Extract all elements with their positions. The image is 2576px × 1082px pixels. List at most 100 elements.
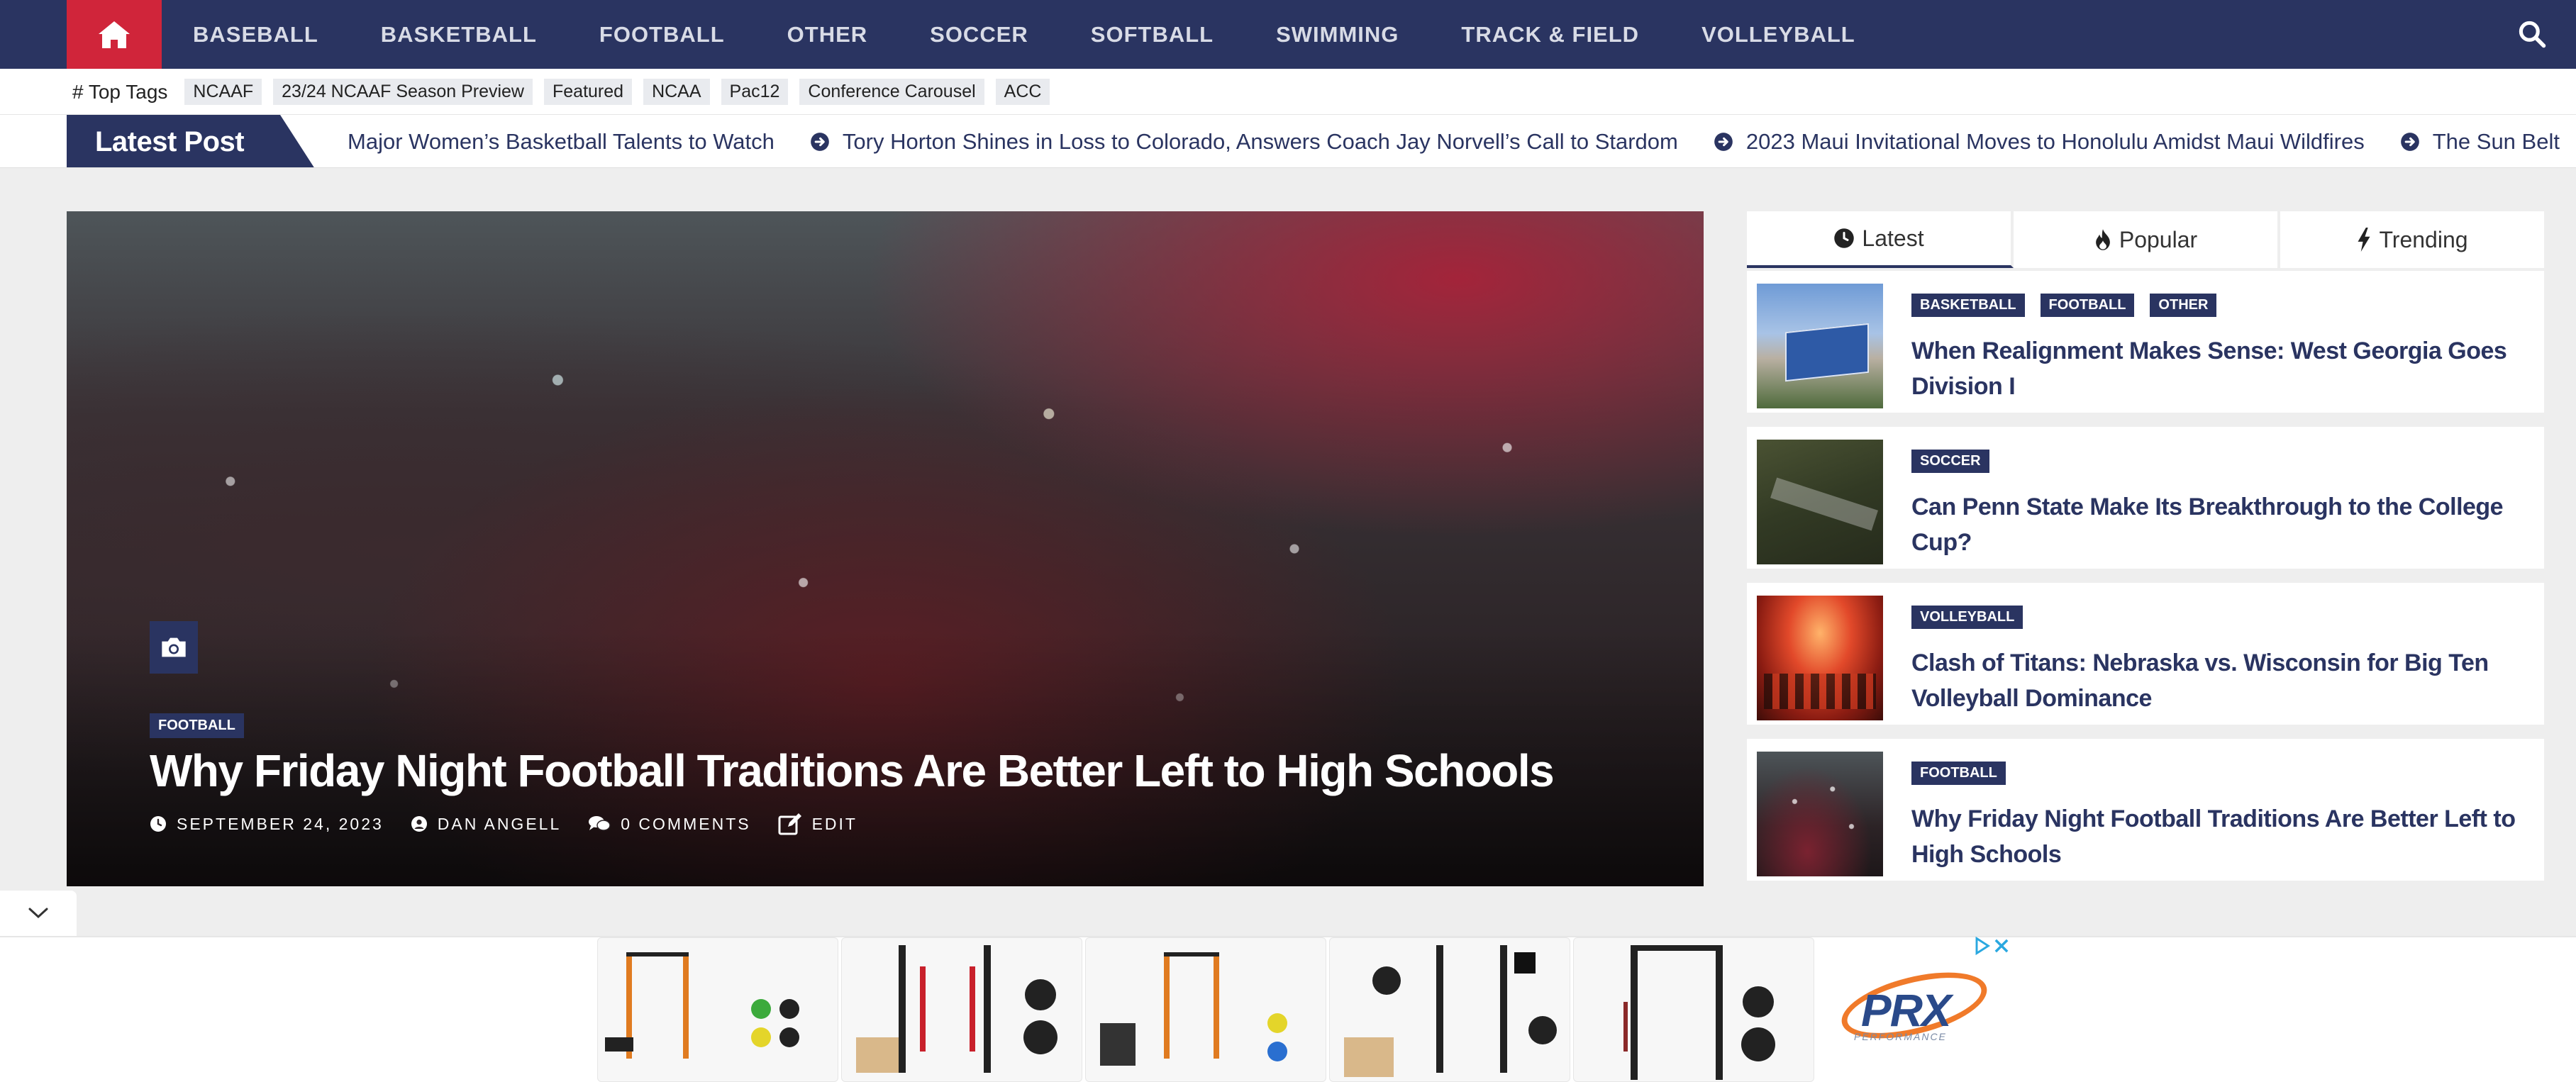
post-category-badge[interactable]: FOOTBALL <box>1911 762 2006 785</box>
nav-item-volleyball[interactable]: VOLLEYBALL <box>1701 22 1855 48</box>
sidebar-post[interactable]: FOOTBALL Why Friday Night Football Tradi… <box>1747 739 2544 881</box>
ticker-item-title: 2023 Maui Invitational Moves to Honolulu… <box>1745 129 2365 154</box>
ad-brand-text: PRX <box>1861 985 1952 1036</box>
hero-comments-text: 0 COMMENTS <box>621 814 751 833</box>
ad-collapse-toggle[interactable] <box>0 891 77 936</box>
ticker-item-title: Tory Horton Shines in Loss to Colorado, … <box>842 129 1678 154</box>
tab-trending[interactable]: Trending <box>2280 211 2544 268</box>
ticker-item-title: The Sun Belt <box>2432 129 2560 154</box>
gym-equipment-image <box>1623 945 1775 1080</box>
user-circle-icon <box>411 816 427 832</box>
bolt-icon <box>2358 228 2370 252</box>
gym-equipment-image <box>856 945 1057 1073</box>
clock-icon <box>150 816 166 832</box>
ad-product-image[interactable] <box>841 937 1082 1082</box>
post-thumbnail[interactable] <box>1757 440 1883 564</box>
nav-item-basketball[interactable]: BASKETBALL <box>381 22 537 48</box>
latest-post-label: Latest Post <box>67 115 315 167</box>
tag-link[interactable]: NCAA <box>643 79 710 105</box>
top-tags-bar: # Top Tags NCAAF 23/24 NCAAF Season Prev… <box>0 69 2576 114</box>
top-tags-title: # Top Tags <box>72 80 168 103</box>
post-category-badge[interactable]: VOLLEYBALL <box>1911 606 2023 629</box>
ad-product-image[interactable] <box>1329 937 1570 1082</box>
ad-brand-subtext: PERFORMANCE <box>1854 1031 1947 1042</box>
post-title[interactable]: Can Penn State Make Its Breakthrough to … <box>1911 489 2528 560</box>
gym-equipment-image <box>605 952 799 1059</box>
ad-choices[interactable] <box>1972 936 2011 956</box>
hero-comments[interactable]: 0 COMMENTS <box>588 815 750 834</box>
ad-brand-logo[interactable]: PRX PERFORMANCE <box>1816 937 2020 1082</box>
ad-product-image[interactable] <box>1573 937 1814 1082</box>
hero-meta: SEPTEMBER 24, 2023 DAN ANGELL 0 COMMENTS <box>150 813 884 835</box>
arrow-circle-right-icon <box>2400 133 2419 151</box>
tag-link[interactable]: Conference Carousel <box>799 79 984 105</box>
search-icon <box>2519 21 2546 48</box>
fire-icon <box>2095 229 2110 250</box>
nav-item-swimming[interactable]: SWIMMING <box>1276 22 1399 48</box>
post-thumbnail[interactable] <box>1757 752 1883 876</box>
chevron-down-icon <box>28 908 48 919</box>
tag-link[interactable]: NCAAF <box>184 79 262 105</box>
ticker-item-title: Major Women’s Basketball Talents to Watc… <box>348 129 775 154</box>
edit-icon <box>778 813 801 835</box>
hero-featured-post[interactable]: FOOTBALL Why Friday Night Football Tradi… <box>67 211 1704 886</box>
post-thumbnail[interactable] <box>1757 284 1883 408</box>
post-category-badge[interactable]: BASKETBALL <box>1911 294 2025 317</box>
nav-item-track-field[interactable]: TRACK & FIELD <box>1461 22 1639 48</box>
post-category-badge[interactable]: SOCCER <box>1911 450 1989 473</box>
hero-title[interactable]: Why Friday Night Football Traditions Are… <box>150 744 1555 797</box>
sidebar-tabs: Latest Popular Trending <box>1747 211 2544 268</box>
arrow-circle-right-icon <box>811 133 829 151</box>
nav-item-soccer[interactable]: SOCCER <box>930 22 1028 48</box>
ad-choices-icon <box>1975 936 1991 956</box>
hero-date[interactable]: SEPTEMBER 24, 2023 <box>150 815 384 834</box>
tag-link[interactable]: Featured <box>544 79 633 105</box>
clock-icon <box>1834 228 1855 248</box>
gym-equipment-image <box>1100 952 1287 1066</box>
tab-latest-label: Latest <box>1862 225 1924 251</box>
home-icon <box>99 21 130 48</box>
tab-latest[interactable]: Latest <box>1747 211 2014 268</box>
latest-post-label-text: Latest Post <box>95 126 245 157</box>
nav-item-football[interactable]: FOOTBALL <box>599 22 725 48</box>
hero-date-text: SEPTEMBER 24, 2023 <box>177 814 384 833</box>
tab-popular[interactable]: Popular <box>2014 211 2280 268</box>
sidebar-post[interactable]: VOLLEYBALL Clash of Titans: Nebraska vs.… <box>1747 583 2544 725</box>
nav-menu: BASEBALL BASKETBALL FOOTBALL OTHER SOCCE… <box>193 0 1918 69</box>
hero-category-badge[interactable]: FOOTBALL <box>150 713 244 738</box>
nav-item-softball[interactable]: SOFTBALL <box>1091 22 1214 48</box>
nav-item-other[interactable]: OTHER <box>787 22 868 48</box>
search-button[interactable] <box>2516 18 2548 50</box>
post-title[interactable]: When Realignment Makes Sense: West Georg… <box>1911 333 2528 404</box>
ad-product-image[interactable] <box>1085 937 1326 1082</box>
post-title[interactable]: Clash of Titans: Nebraska vs. Wisconsin … <box>1911 645 2528 716</box>
post-category-badge[interactable]: FOOTBALL <box>2040 294 2135 317</box>
post-category-badge[interactable]: OTHER <box>2150 294 2217 317</box>
ticker-item[interactable]: The Sun Belt <box>2400 129 2560 155</box>
ad-product-image[interactable] <box>597 937 838 1082</box>
top-navigation: BASEBALL BASKETBALL FOOTBALL OTHER SOCCE… <box>0 0 2576 69</box>
home-button[interactable] <box>67 0 162 69</box>
tag-link[interactable]: Pac12 <box>721 79 789 105</box>
latest-post-ticker: Latest Post Major Women’s Basketball Tal… <box>0 114 2576 168</box>
ticker-item[interactable]: Major Women’s Basketball Talents to Watc… <box>348 129 775 155</box>
comments-icon <box>589 816 611 831</box>
nav-item-baseball[interactable]: BASEBALL <box>193 22 318 48</box>
sidebar-post[interactable]: SOCCER Can Penn State Make Its Breakthro… <box>1747 427 2544 569</box>
close-icon[interactable] <box>1992 936 2011 956</box>
sidebar-post[interactable]: BASKETBALL FOOTBALL OTHER When Realignme… <box>1747 271 2544 413</box>
tag-link[interactable]: ACC <box>995 79 1050 105</box>
camera-icon <box>162 637 186 657</box>
tag-link[interactable]: 23/24 NCAAF Season Preview <box>273 79 533 105</box>
hero-edit-link[interactable]: EDIT <box>778 813 857 835</box>
hero-author[interactable]: DAN ANGELL <box>411 815 561 834</box>
tab-trending-label: Trending <box>2379 226 2468 252</box>
gallery-button[interactable] <box>150 621 198 674</box>
tab-popular-label: Popular <box>2119 226 2198 252</box>
post-thumbnail[interactable] <box>1757 596 1883 720</box>
ticker-item[interactable]: 2023 Maui Invitational Moves to Honolulu… <box>1714 129 2365 155</box>
post-title[interactable]: Why Friday Night Football Traditions Are… <box>1911 801 2528 872</box>
ticker-item[interactable]: Tory Horton Shines in Loss to Colorado, … <box>810 129 1678 155</box>
hero-edit-text: EDIT <box>811 814 857 833</box>
arrow-circle-right-icon <box>1714 133 1733 151</box>
